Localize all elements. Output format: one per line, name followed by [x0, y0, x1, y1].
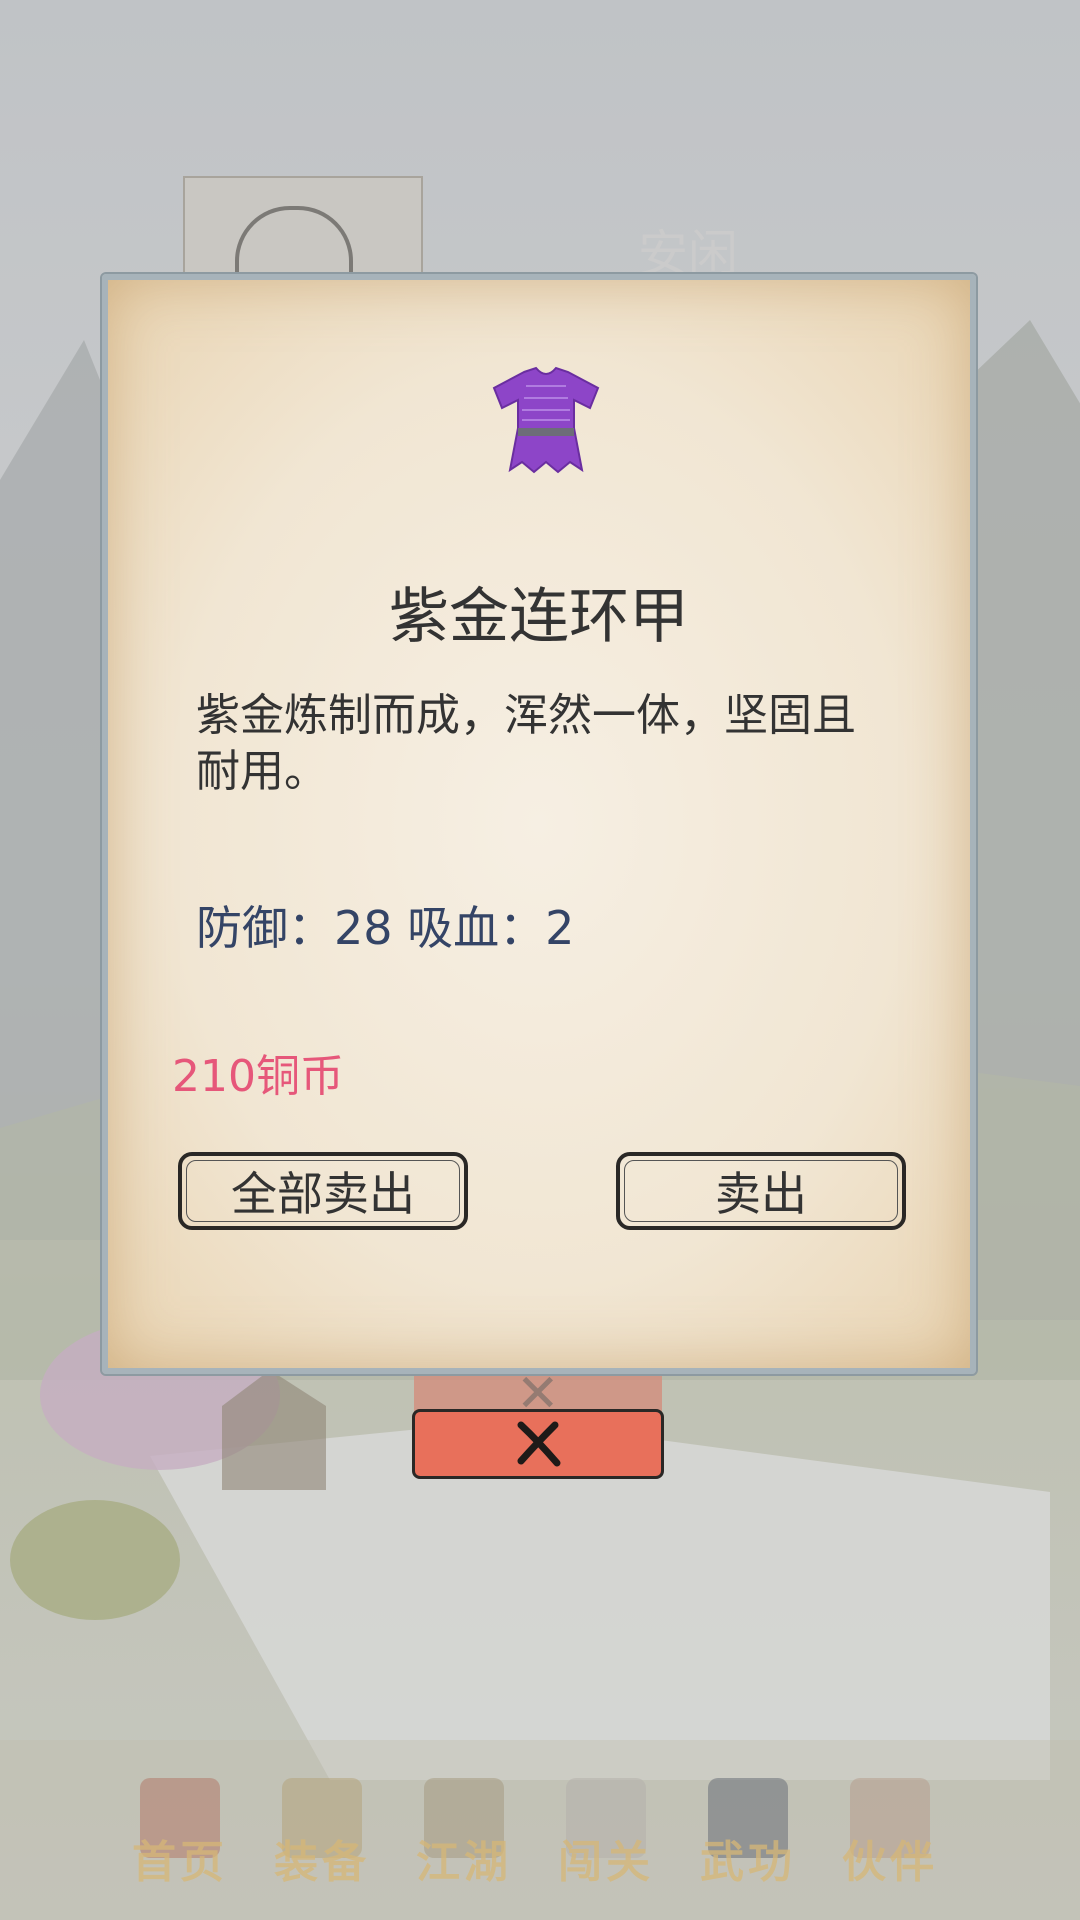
nav-label: 伙伴: [842, 1837, 938, 1888]
nav-item-equipment[interactable]: 装备: [262, 1778, 382, 1898]
item-stats: 防御：28 吸血：2: [196, 901, 575, 955]
nav-item-jianghu[interactable]: 江湖: [404, 1778, 524, 1898]
nav-label: 武功: [700, 1837, 796, 1888]
sell-all-button[interactable]: 全部卖出: [178, 1152, 468, 1230]
nav-item-home[interactable]: 首页: [120, 1778, 240, 1898]
item-description: 紫金炼制而成，浑然一体，坚固且耐用。: [196, 690, 856, 797]
nav-item-partners[interactable]: 伙伴: [830, 1778, 950, 1898]
nav-label: 装备: [274, 1837, 370, 1888]
tree: [10, 1500, 180, 1620]
nav-label: 江湖: [416, 1837, 512, 1888]
item-dialog: 紫金连环甲 紫金炼制而成，浑然一体，坚固且耐用。 防御：28 吸血：2 210铜…: [102, 274, 976, 1374]
nav-item-challenge[interactable]: 闯关: [546, 1778, 666, 1898]
character-portrait: [183, 176, 423, 300]
purple-armor-icon: [492, 366, 600, 474]
item-name: 紫金连环甲: [389, 582, 689, 652]
close-button[interactable]: [412, 1409, 664, 1479]
nav-item-martial-arts[interactable]: 武功: [688, 1778, 808, 1898]
nav-label: 首页: [132, 1837, 228, 1888]
item-price: 210铜币: [172, 1051, 344, 1102]
close-x-icon: [517, 1421, 561, 1467]
nav-label: 闯关: [558, 1837, 654, 1888]
bottom-nav: 首页 装备 江湖 闯关 武功 伙伴: [0, 1740, 1080, 1920]
sell-button[interactable]: 卖出: [616, 1152, 906, 1230]
